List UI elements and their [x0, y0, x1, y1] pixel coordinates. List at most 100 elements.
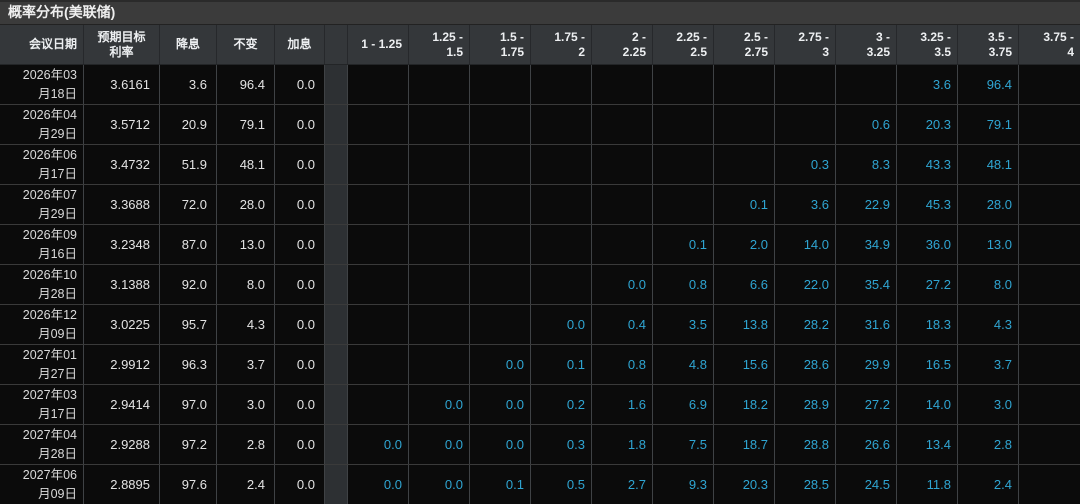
range-prob-cell — [531, 225, 592, 264]
range-prob-cell: 27.2 — [836, 385, 897, 424]
range-prob-cell: 79.1 — [958, 105, 1019, 144]
header-hike: 加息 — [275, 25, 325, 64]
range-prob-cell — [836, 65, 897, 104]
hike-prob-cell: 0.0 — [275, 305, 325, 344]
range-prob-cell — [653, 145, 714, 184]
range-prob-cell — [714, 145, 775, 184]
range-prob-cell: 8.3 — [836, 145, 897, 184]
table-row[interactable]: 2026年06 月17日 3.4732 51.9 48.1 0.0 0.3 8.3 43.3 4… — [0, 145, 1080, 185]
table-row[interactable]: 2026年07 月29日 3.3688 72.0 28.0 0.0 0.1 3.6 22.9 4… — [0, 185, 1080, 225]
table-row[interactable]: 2026年09 月16日 3.2348 87.0 13.0 0.0 0.1 2.0 14.0 3… — [0, 225, 1080, 265]
row-separator — [325, 345, 348, 384]
range-prob-cell: 0.3 — [531, 425, 592, 464]
range-prob-cell — [1019, 465, 1080, 504]
range-prob-cell: 35.4 — [836, 265, 897, 304]
row-separator — [325, 465, 348, 504]
range-prob-cell — [348, 145, 409, 184]
table-row[interactable]: 2026年04 月29日 3.5712 20.9 79.1 0.0 0.6 20.3 79.1 — [0, 105, 1080, 145]
cut-prob-cell: 72.0 — [160, 185, 217, 224]
table-row[interactable]: 2027年06 月09日 2.8895 97.6 2.4 0.0 0.0 0.0 0.1 0.5… — [0, 465, 1080, 504]
range-prob-cell — [1019, 65, 1080, 104]
range-prob-cell: 18.7 — [714, 425, 775, 464]
range-prob-cell — [409, 345, 470, 384]
row-separator — [325, 65, 348, 104]
cut-prob-cell: 96.3 — [160, 345, 217, 384]
range-prob-cell: 48.1 — [958, 145, 1019, 184]
cut-prob-cell: 95.7 — [160, 305, 217, 344]
hike-prob-cell: 0.0 — [275, 385, 325, 424]
range-prob-cell: 0.1 — [531, 345, 592, 384]
range-prob-cell — [1019, 105, 1080, 144]
range-prob-cell — [531, 185, 592, 224]
range-prob-cell — [470, 105, 531, 144]
range-prob-cell — [348, 225, 409, 264]
range-prob-cell: 20.3 — [714, 465, 775, 504]
range-prob-cell — [1019, 185, 1080, 224]
header-rate-range-7: 2.75 - 3 — [775, 25, 836, 64]
range-prob-cell — [409, 225, 470, 264]
header-rate-range-3: 1.75 - 2 — [531, 25, 592, 64]
hike-prob-cell: 0.0 — [275, 185, 325, 224]
range-prob-cell — [470, 265, 531, 304]
hold-prob-cell: 3.0 — [217, 385, 275, 424]
range-prob-cell — [409, 145, 470, 184]
range-prob-cell: 0.4 — [592, 305, 653, 344]
table-row[interactable]: 2027年01 月27日 2.9912 96.3 3.7 0.0 0.0 0.1 0.8 4.8… — [0, 345, 1080, 385]
range-prob-cell — [592, 65, 653, 104]
range-prob-cell — [348, 105, 409, 144]
target-rate-cell: 2.9912 — [84, 345, 160, 384]
cut-prob-cell: 97.2 — [160, 425, 217, 464]
range-prob-cell: 96.4 — [958, 65, 1019, 104]
row-separator — [325, 265, 348, 304]
table-row[interactable]: 2026年10 月28日 3.1388 92.0 8.0 0.0 0.0 0.8 6.6 22.… — [0, 265, 1080, 305]
row-separator — [325, 185, 348, 224]
range-prob-cell — [531, 265, 592, 304]
range-prob-cell: 28.0 — [958, 185, 1019, 224]
range-prob-cell: 0.0 — [409, 465, 470, 504]
hold-prob-cell: 8.0 — [217, 265, 275, 304]
range-prob-cell — [348, 305, 409, 344]
range-prob-cell — [653, 65, 714, 104]
range-prob-cell — [653, 105, 714, 144]
range-prob-cell: 0.3 — [775, 145, 836, 184]
range-prob-cell: 2.4 — [958, 465, 1019, 504]
range-prob-cell: 0.1 — [714, 185, 775, 224]
range-prob-cell: 14.0 — [897, 385, 958, 424]
range-prob-cell — [592, 105, 653, 144]
range-prob-cell — [653, 185, 714, 224]
row-separator — [325, 145, 348, 184]
header-rate-range-2: 1.5 - 1.75 — [470, 25, 531, 64]
range-prob-cell: 0.8 — [592, 345, 653, 384]
range-prob-cell: 0.6 — [836, 105, 897, 144]
range-prob-cell: 26.6 — [836, 425, 897, 464]
range-prob-cell: 7.5 — [653, 425, 714, 464]
table-row[interactable]: 2027年03 月17日 2.9414 97.0 3.0 0.0 0.0 0.0 0.2 1.6… — [0, 385, 1080, 425]
range-prob-cell: 16.5 — [897, 345, 958, 384]
range-prob-cell: 3.0 — [958, 385, 1019, 424]
range-prob-cell — [470, 145, 531, 184]
range-prob-cell: 15.6 — [714, 345, 775, 384]
header-hold: 不变 — [217, 25, 275, 64]
table-body: 2026年03 月18日 3.6161 3.6 96.4 0.0 3.6 96.4 2026年… — [0, 65, 1080, 504]
meeting-date-cell: 2026年04 月29日 — [0, 105, 84, 144]
cut-prob-cell: 3.6 — [160, 65, 217, 104]
table-row[interactable]: 2026年03 月18日 3.6161 3.6 96.4 0.0 3.6 96.4 — [0, 65, 1080, 105]
range-prob-cell — [592, 225, 653, 264]
row-separator — [325, 425, 348, 464]
cut-prob-cell: 97.6 — [160, 465, 217, 504]
range-prob-cell: 34.9 — [836, 225, 897, 264]
range-prob-cell: 13.4 — [897, 425, 958, 464]
range-prob-cell — [470, 65, 531, 104]
header-row: 会议日期 预期目标 利率 降息 不变 加息 1 - 1.25 1.25 - 1.5 1.5 -… — [0, 25, 1080, 65]
hike-prob-cell: 0.0 — [275, 105, 325, 144]
hold-prob-cell: 79.1 — [217, 105, 275, 144]
range-prob-cell — [1019, 145, 1080, 184]
header-rate-range-8: 3 - 3.25 — [836, 25, 897, 64]
range-prob-cell: 0.0 — [470, 385, 531, 424]
range-prob-cell — [1019, 385, 1080, 424]
header-rate-range-4: 2 - 2.25 — [592, 25, 653, 64]
table-row[interactable]: 2026年12 月09日 3.0225 95.7 4.3 0.0 0.0 0.4 3.5 13.… — [0, 305, 1080, 345]
table-row[interactable]: 2027年04 月28日 2.9288 97.2 2.8 0.0 0.0 0.0 0.0 0.3… — [0, 425, 1080, 465]
panel-title-bar: 概率分布(美联储) — [0, 0, 1080, 25]
range-prob-cell: 45.3 — [897, 185, 958, 224]
